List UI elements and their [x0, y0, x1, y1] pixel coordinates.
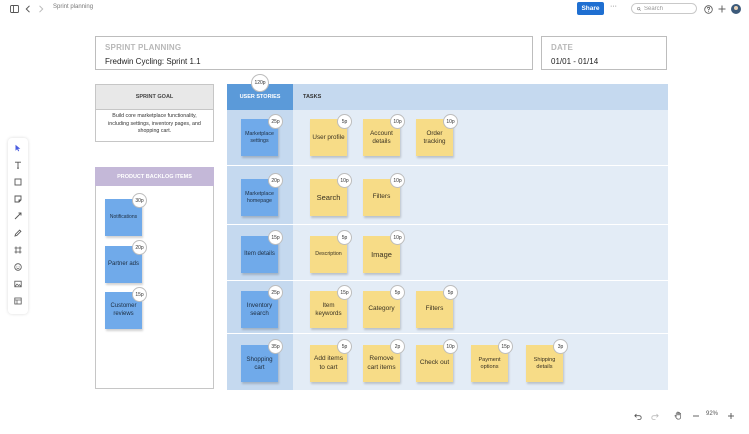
image-tool-icon[interactable] [12, 278, 24, 290]
add-icon[interactable] [717, 4, 727, 14]
sticky-label: Marketplace settings [245, 130, 274, 144]
sticky-label: Customer reviews [110, 303, 137, 317]
date-value[interactable]: 01/01 - 01/14 [551, 57, 598, 66]
row-divider [227, 165, 668, 166]
hand-pan-icon[interactable] [673, 410, 684, 421]
sticky-label: Description [315, 251, 342, 258]
row-divider [227, 280, 668, 281]
sticky-label: Item details [244, 250, 275, 257]
sticky-label: Image [371, 249, 392, 259]
tasks-header: TASKS [293, 84, 668, 110]
rectangle-tool-icon[interactable] [12, 176, 24, 188]
points-badge: 30p [132, 193, 147, 208]
text-tool-icon[interactable] [12, 159, 24, 171]
sticky-label: Add items to cart [314, 355, 343, 371]
product-backlog-header: PRODUCT BACKLOG ITEMS [95, 167, 214, 186]
points-badge: 25p [268, 285, 283, 300]
sticky-label: Account details [370, 129, 393, 145]
points-badge: 20p [268, 173, 283, 188]
sidebar-toggle-icon[interactable] [9, 4, 19, 14]
points-badge: 10p [443, 114, 458, 129]
sticky-label: Partner ads [107, 260, 140, 267]
points-badge: 10p [390, 114, 405, 129]
more-options-icon[interactable]: ··· [610, 3, 617, 10]
points-badge: 20p [132, 240, 147, 255]
points-badge: 15p [337, 285, 352, 300]
sticky-label: Notifications [109, 214, 138, 221]
points-badge: 35p [268, 339, 283, 354]
select-pointer-icon[interactable] [12, 142, 24, 154]
zoom-level[interactable]: 92% [706, 411, 718, 417]
help-icon[interactable] [703, 4, 713, 14]
sticky-label: Filters [425, 305, 444, 313]
sticky-label: Filters [372, 193, 391, 201]
sticky-label: Marketplace homepage [245, 190, 274, 204]
sprint-name[interactable]: Fredwin Cycling: Sprint 1.1 [105, 57, 201, 66]
sticky-label: Payment options [478, 356, 501, 370]
emoji-tool-icon[interactable] [12, 261, 24, 273]
stories-total-badge: 120p [251, 74, 269, 92]
share-button[interactable]: Share [577, 2, 604, 15]
row-divider [227, 333, 668, 334]
connector-line-icon[interactable] [12, 210, 24, 222]
points-badge: 3p [553, 339, 568, 354]
document-title[interactable]: Sprint planning [53, 4, 93, 10]
points-badge: 5p [337, 114, 352, 129]
forward-arrow-icon[interactable] [37, 4, 45, 14]
date-box[interactable]: DATE 01/01 - 01/14 [541, 36, 667, 70]
pen-tool-icon[interactable] [12, 227, 24, 239]
sticky-label: Shipping details [533, 356, 556, 370]
sticky-label: Remove cart items [367, 355, 396, 371]
points-badge: 5p [443, 285, 458, 300]
top-bar: Sprint planning Share ··· [0, 0, 749, 18]
sprint-title-box[interactable]: SPRINT PLANNING Fredwin Cycling: Sprint … [95, 36, 533, 70]
points-badge: 10p [390, 173, 405, 188]
points-badge: 10p [390, 230, 405, 245]
user-avatar[interactable] [731, 4, 741, 14]
sticky-label: Check out [419, 359, 450, 367]
search-field[interactable] [631, 3, 697, 14]
row-divider [227, 224, 668, 225]
sticky-label: Category [368, 305, 395, 313]
frame-tool-icon[interactable] [12, 244, 24, 256]
points-badge: 2p [390, 339, 405, 354]
sticky-label: Order tracking [423, 129, 446, 145]
points-badge: 15p [132, 287, 147, 302]
sticky-note-tool-icon[interactable] [12, 193, 24, 205]
points-badge: 5p [337, 230, 352, 245]
redo-icon[interactable] [650, 411, 660, 421]
sticky-label: Item keywords [315, 301, 342, 317]
undo-icon[interactable] [633, 411, 643, 421]
sticky-label: Inventory search [246, 301, 273, 317]
sticky-label: Shopping cart [246, 355, 273, 371]
date-label: DATE [551, 43, 573, 52]
sprint-planning-label: SPRINT PLANNING [105, 43, 182, 52]
sticky-label: User profile [312, 133, 345, 141]
points-badge: 25p [268, 114, 283, 129]
points-badge: 15p [268, 230, 283, 245]
points-badge: 5p [390, 285, 405, 300]
points-badge: 10p [443, 339, 458, 354]
sprint-goal-header: SPRINT GOAL [95, 84, 214, 110]
zoom-in-icon[interactable] [726, 411, 736, 421]
points-badge: 5p [337, 339, 352, 354]
search-icon [637, 6, 641, 11]
sprint-goal-text[interactable]: Build core marketplace functionality, in… [95, 110, 214, 142]
search-input[interactable] [644, 5, 696, 12]
back-arrow-icon[interactable] [24, 4, 32, 14]
points-badge: 10p [337, 173, 352, 188]
template-tool-icon[interactable] [12, 295, 24, 307]
points-badge: 15p [498, 339, 513, 354]
zoom-out-icon[interactable] [691, 411, 701, 421]
sticky-label: Search [316, 192, 341, 202]
tools-panel [8, 138, 28, 314]
